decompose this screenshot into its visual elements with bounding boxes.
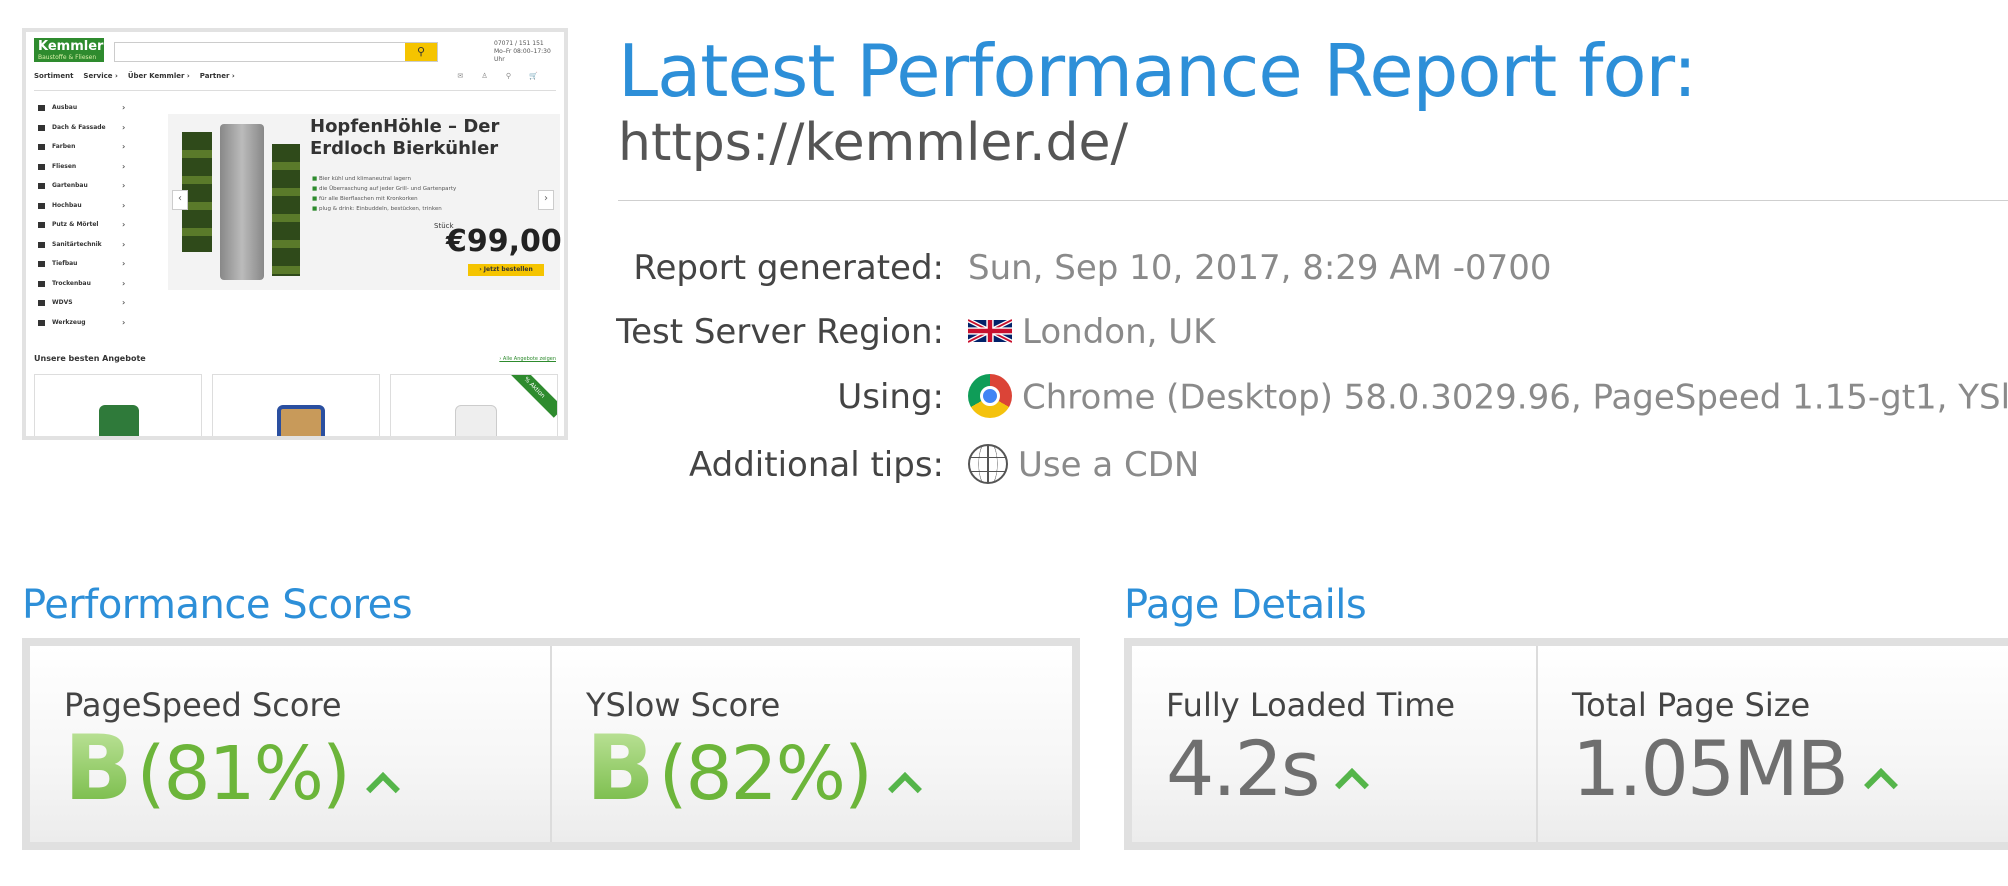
total-page-size-value: 1.05MB [1572,724,1898,835]
arrow-up-icon [887,771,922,806]
fully-loaded-time-value: 4.2s [1166,724,1370,835]
yslow-score-cell[interactable]: YSlow Score B (82%) [550,646,1072,842]
offers-heading: Unsere besten Angebote [34,354,146,363]
arrow-up-icon [365,771,400,806]
chevron-right-icon: › [538,190,554,210]
banner-title: HopfenHöhle – Der Erdloch Bierkühler [310,116,500,159]
report-title: Latest Performance Report for: [618,29,1697,113]
globe-icon [968,443,1008,484]
page-details-panel: Fully Loaded Time 4.2s Total Page Size 1… [1124,638,2008,850]
thumb-search-input: ⚲ [114,42,438,62]
pagespeed-percent: (81%) [136,731,351,817]
chevron-left-icon: ‹ [172,190,188,210]
info-label: Test Server Region: [616,312,944,352]
pagespeed-score-cell[interactable]: PageSpeed Score B (81%) [30,646,550,842]
page-details-heading: Page Details [1124,582,1367,628]
thumb-phone: 07071 / 151 151 Mo–Fr 08:00–17:30 Uhr [494,40,551,63]
thumb-divider [34,90,556,91]
report-url: https://kemmler.de/ [618,113,1129,173]
info-label: Additional tips: [688,445,944,485]
yslow-percent: (82%) [658,731,873,817]
arrow-up-icon [1335,767,1370,802]
performance-scores-panel: PageSpeed Score B (81%) YSlow Score B (82%… [22,638,1080,850]
info-label: Report generated: [633,248,944,288]
info-label: Using: [837,377,944,417]
thumb-sidebar: AusbauDach & FassadeFarben FliesenGarten… [34,98,134,332]
banner-bullets: Bier kühl und klimaneutral lagerndie Übe… [312,174,456,214]
all-offers-link: › Alle Angebote zeigen [499,356,556,362]
pagespeed-grade: B [64,716,133,821]
info-value: Chrome (Desktop) 58.0.3029.96, PageSpeed… [968,374,2008,421]
performance-scores-heading: Performance Scores [22,582,413,628]
info-value: Sun, Sep 10, 2017, 8:29 AM -0700 [968,248,1552,288]
thumb-header: Kemmler Baustoffe & Fliesen ⚲ 07071 / 151… [34,38,556,66]
kemmler-logo: Kemmler Baustoffe & Fliesen [34,38,104,62]
fully-loaded-time-cell[interactable]: Fully Loaded Time 4.2s [1132,646,1536,842]
total-page-size-label: Total Page Size [1572,686,1811,724]
arrow-up-icon [1863,767,1898,802]
divider [618,200,2008,201]
yslow-grade: B [586,716,655,821]
chrome-icon [968,374,1012,418]
total-page-size-cell[interactable]: Total Page Size 1.05MB [1536,646,2008,842]
thumb-nav-icons: ✉ ♙ ⚲ 🛒 [457,72,546,80]
uk-flag-icon [968,317,1012,344]
thumb-nav: Sortiment Service › Über Kemmler › Partner … [34,72,546,80]
info-value: Use a CDN [968,443,1199,487]
cdn-tip-link[interactable]: Use a CDN [1018,445,1199,485]
fully-loaded-time-label: Fully Loaded Time [1166,686,1456,724]
info-value: London, UK [968,312,1215,352]
yslow-score-value: B (82%) [586,724,922,839]
pagespeed-score-value: B (81%) [64,724,400,839]
thumb-search-icon: ⚲ [405,43,437,61]
